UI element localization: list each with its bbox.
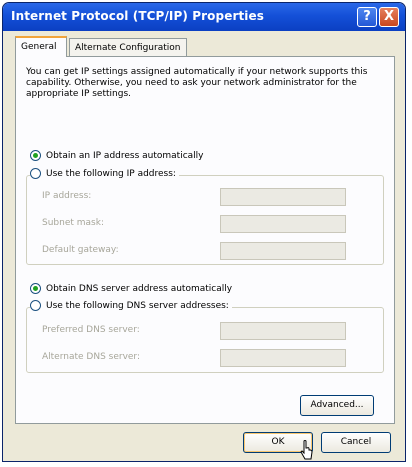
- obtain-ip-automatically-option[interactable]: Obtain an IP address automatically: [30, 150, 204, 161]
- description-text: You can get IP settings assigned automat…: [26, 67, 368, 99]
- tab-general[interactable]: General: [15, 36, 67, 57]
- preferred-dns-label: Preferred DNS server:: [42, 325, 140, 335]
- general-tab-panel: You can get IP settings assigned automat…: [15, 56, 395, 424]
- preferred-dns-field[interactable]: [220, 322, 346, 340]
- use-following-ip-option[interactable]: Use the following IP address:: [30, 168, 179, 179]
- alternate-dns-label: Alternate DNS server:: [42, 352, 141, 362]
- close-button[interactable]: X: [379, 7, 399, 27]
- title-bar[interactable]: Internet Protocol (TCP/IP) Properties ? …: [3, 3, 405, 31]
- use-following-dns-label: Use the following DNS server addresses:: [46, 300, 229, 311]
- obtain-dns-automatically-label: Obtain DNS server address automatically: [46, 283, 233, 294]
- use-following-dns-option[interactable]: Use the following DNS server addresses:: [30, 300, 232, 311]
- ip-address-label: IP address:: [42, 191, 92, 201]
- obtain-ip-automatically-radio[interactable]: [30, 150, 41, 161]
- obtain-ip-automatically-label: Obtain an IP address automatically: [46, 150, 204, 161]
- use-following-ip-label: Use the following IP address:: [46, 168, 176, 179]
- properties-dialog: Internet Protocol (TCP/IP) Properties ? …: [2, 2, 406, 462]
- use-following-ip-radio[interactable]: [30, 168, 41, 179]
- mouse-pointer-icon: [300, 440, 313, 460]
- obtain-dns-automatically-radio[interactable]: [30, 283, 41, 294]
- alternate-dns-field[interactable]: [220, 349, 346, 367]
- obtain-dns-automatically-option[interactable]: Obtain DNS server address automatically: [30, 283, 232, 294]
- subnet-mask-field[interactable]: [220, 215, 346, 233]
- help-button[interactable]: ?: [357, 7, 377, 27]
- use-following-dns-radio[interactable]: [30, 300, 41, 311]
- advanced-button[interactable]: Advanced...: [300, 395, 374, 416]
- tab-alternate-configuration[interactable]: Alternate Configuration: [69, 38, 187, 56]
- cancel-button[interactable]: Cancel: [321, 432, 391, 453]
- default-gateway-label: Default gateway:: [42, 245, 119, 255]
- ip-address-field[interactable]: [220, 188, 346, 206]
- window-title: Internet Protocol (TCP/IP) Properties: [11, 9, 264, 23]
- subnet-mask-label: Subnet mask:: [42, 218, 104, 228]
- default-gateway-field[interactable]: [220, 242, 346, 260]
